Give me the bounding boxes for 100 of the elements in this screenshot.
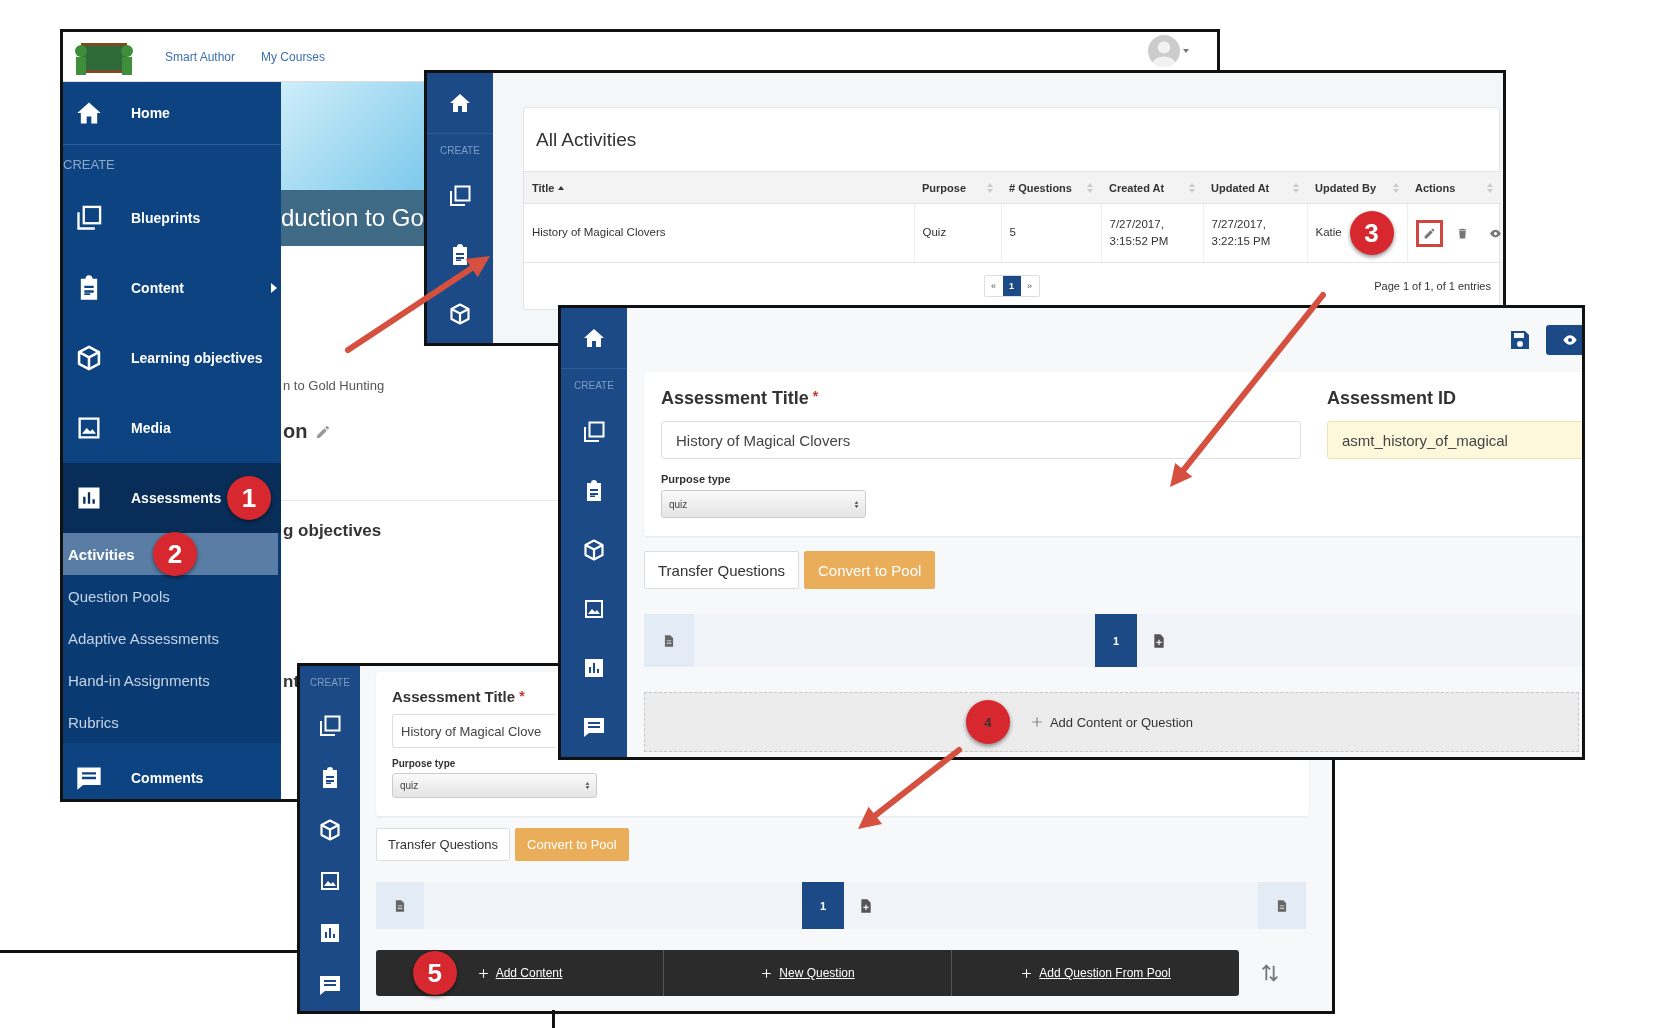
item-label: Activities (68, 545, 135, 563)
title-input[interactable]: History of Magical Clovers (661, 421, 1301, 459)
add-button[interactable]: Add Question From Pool (1020, 966, 1171, 980)
section-label: CREATE (440, 143, 480, 158)
document-icon (393, 898, 407, 913)
page-tile[interactable] (1258, 882, 1306, 929)
table-cell: History of Magical Clovers (524, 203, 914, 263)
table-cell: 5 (1001, 203, 1101, 263)
sidebar-item[interactable]: Media (63, 393, 281, 463)
item-label: Blueprints (131, 210, 201, 226)
section-label: CREATE (310, 676, 350, 691)
page-tile[interactable] (376, 882, 424, 929)
add-label: Add Content or Question (1049, 714, 1194, 730)
document-plus-icon[interactable] (1151, 632, 1167, 649)
column-header[interactable]: Updated By (1307, 171, 1407, 204)
nav-link[interactable]: Smart Author (165, 49, 236, 64)
sort-arrows-icon (852, 499, 861, 509)
caret-icon[interactable] (1183, 49, 1189, 53)
title-input[interactable]: History of Magical Clove (392, 714, 555, 748)
sort-arrows-icon (583, 781, 592, 790)
document-plus-icon[interactable] (858, 897, 874, 914)
plus-icon (1020, 966, 1034, 980)
nav-link[interactable]: My Courses (261, 49, 326, 64)
cube-icon[interactable] (318, 817, 342, 842)
save-icon[interactable] (1508, 328, 1532, 352)
field-label: Assessment Title * (661, 388, 820, 409)
sidebar-item[interactable]: Learning objectives (63, 323, 281, 393)
item-label: Adaptive Assessments (68, 629, 219, 647)
cube-icon[interactable] (448, 301, 472, 326)
page-button[interactable]: 1 (1002, 276, 1021, 296)
document-icon (1275, 898, 1289, 913)
column-header[interactable]: Purpose (914, 171, 1001, 204)
stacked-squares-icon (75, 204, 103, 232)
item-label: Home (131, 105, 170, 121)
page-tile[interactable] (644, 614, 694, 667)
chat-bubble-icon[interactable] (318, 973, 342, 998)
id-input[interactable]: asmt_history_of_magical (1327, 421, 1582, 459)
cube-icon (75, 344, 103, 372)
page-text: n to Gold Hunting (283, 378, 385, 393)
table-cell: 7/27/2017, 3:15:52 PM (1101, 203, 1203, 263)
submenu-item[interactable]: Question Pools (63, 575, 278, 617)
page-tab[interactable]: 1 (1095, 614, 1137, 667)
item-label: Content (131, 280, 184, 296)
item-label: Comments (131, 770, 204, 786)
callout-number: 2 (153, 532, 197, 576)
cube-icon[interactable] (582, 538, 606, 563)
transfer-button[interactable]: Transfer Questions (644, 551, 799, 589)
item-label: Learning objectives (131, 350, 263, 366)
item-label: Media (131, 420, 171, 436)
card-title: All Activities (535, 127, 638, 152)
document-icon (662, 633, 676, 648)
table-cell: 7/27/2017, 3:22:15 PM (1203, 203, 1307, 263)
stacked-squares-icon[interactable] (582, 420, 606, 445)
page-text: on (283, 420, 308, 443)
field-label: Assessment ID (1327, 388, 1458, 409)
next-page-button[interactable]: » (1020, 276, 1039, 296)
page-tab[interactable]: 1 (802, 882, 844, 929)
stacked-squares-icon[interactable] (318, 713, 342, 738)
submenu-item[interactable]: Activities 2 (63, 533, 278, 575)
preview-button[interactable] (1546, 325, 1582, 355)
callout-number: 5 (412, 951, 457, 995)
sidebar-item[interactable]: Comments (63, 743, 281, 799)
column-header[interactable]: Created At (1101, 171, 1203, 204)
section-label: CREATE (574, 379, 614, 394)
submenu-item[interactable]: Hand-in Assignments (63, 659, 278, 701)
pencil-icon[interactable] (315, 423, 332, 440)
transfer-button[interactable]: Transfer Questions (376, 828, 511, 861)
plus-icon (760, 966, 774, 980)
column-header[interactable]: Actions (1407, 171, 1501, 204)
field-label: Assessment Title * (392, 688, 526, 705)
column-header[interactable]: Updated At (1203, 171, 1307, 204)
item-label: Question Pools (68, 587, 170, 605)
eye-icon (1562, 332, 1578, 348)
add-button[interactable]: New Question (760, 966, 855, 980)
add-content-area[interactable]: 4 Add Content or Question (644, 692, 1579, 752)
sidebar-item[interactable]: Blueprints (63, 183, 281, 253)
stacked-squares-icon[interactable] (448, 184, 472, 209)
submenu-item[interactable]: Adaptive Assessments (63, 617, 278, 659)
page-summary: Page 1 of 1, of 1 entries (1374, 280, 1491, 292)
banner-title: duction to Go (281, 204, 424, 232)
plus-icon (476, 966, 490, 980)
previous-page-button[interactable]: « (984, 276, 1003, 296)
pencil-icon[interactable] (1422, 226, 1436, 240)
column-header[interactable]: Title (524, 171, 914, 204)
sidebar-item[interactable]: Assessments 1 (63, 463, 281, 533)
chat-bubble-icon[interactable] (582, 715, 606, 740)
purpose-select[interactable]: quiz (392, 773, 597, 798)
purpose-select[interactable]: quiz (661, 490, 866, 518)
submenu-item[interactable]: Rubrics (63, 701, 278, 743)
field-label: Purpose type (661, 473, 732, 485)
callout-number: 1 (227, 476, 271, 520)
item-label: Assessments (131, 490, 222, 506)
item-label: Rubrics (68, 713, 119, 731)
table-cell: Quiz (914, 203, 1001, 263)
section-label: CREATE (63, 155, 116, 174)
page-text: g objectives (283, 521, 382, 541)
sort-icon[interactable] (1259, 962, 1281, 984)
column-header[interactable]: # Questions (1001, 171, 1101, 204)
plus-icon (1029, 715, 1044, 729)
callout-number: 4 (965, 700, 1010, 744)
